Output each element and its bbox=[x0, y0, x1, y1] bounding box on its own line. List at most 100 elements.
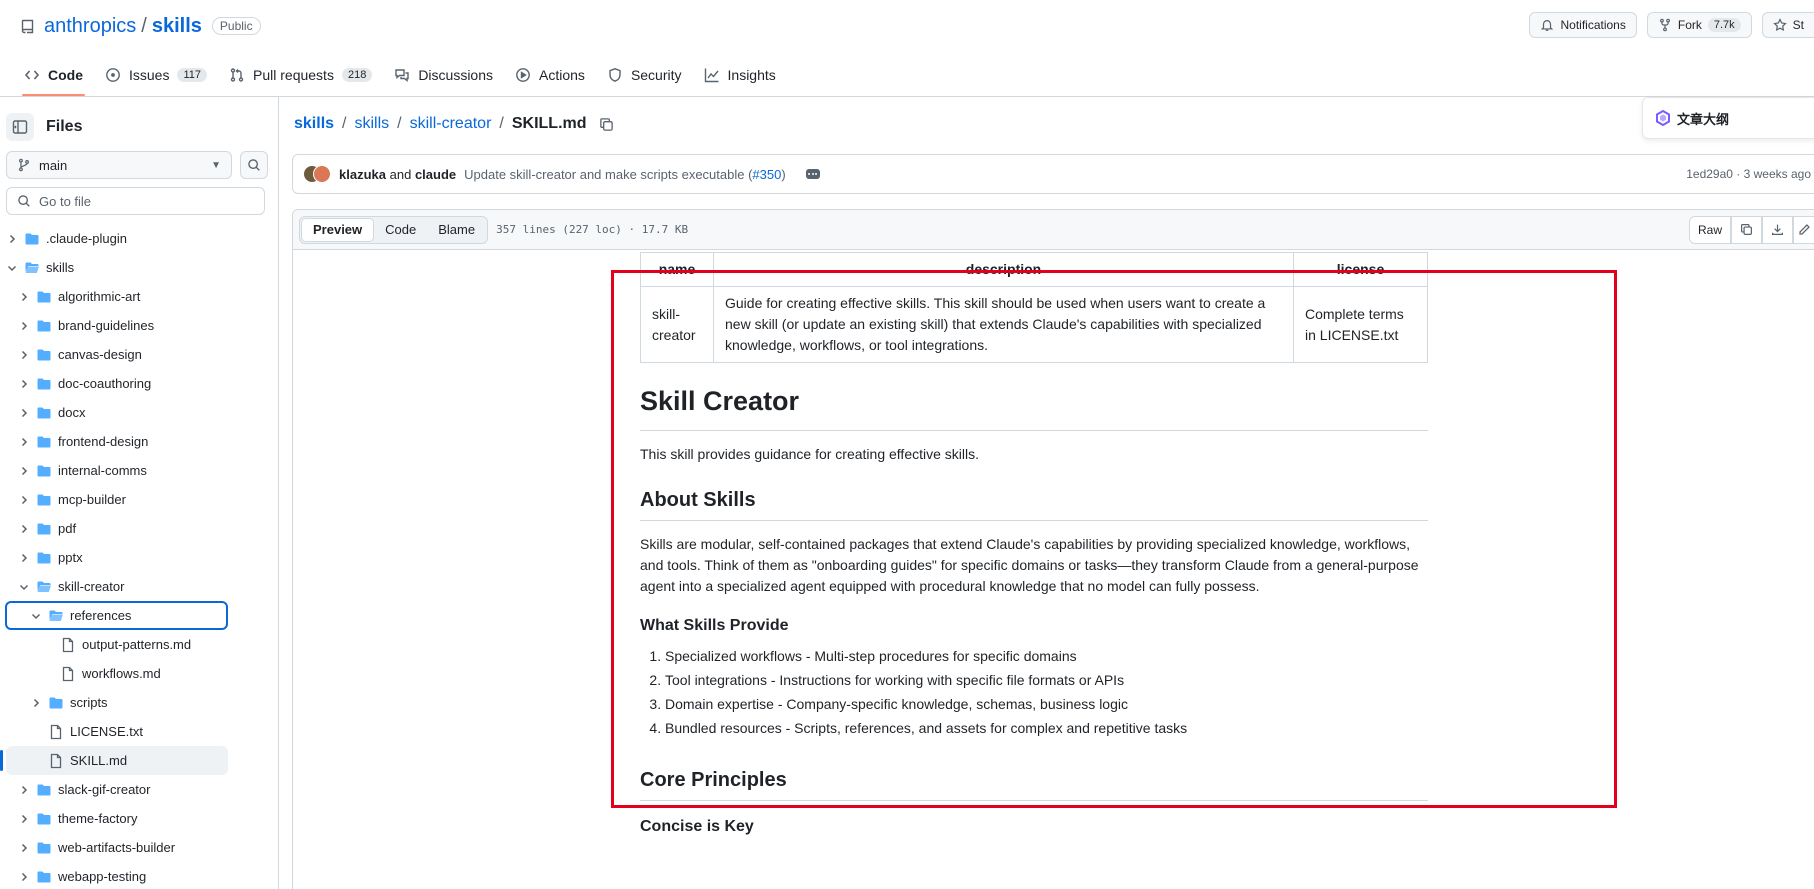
commit-message[interactable]: Update skill-creator and make scripts ex… bbox=[464, 167, 786, 182]
folder-icon bbox=[36, 782, 52, 798]
chevron-right-icon[interactable] bbox=[18, 291, 30, 303]
repo-icon bbox=[20, 18, 36, 34]
tree-folder-item[interactable]: pptx bbox=[0, 543, 278, 572]
tree-folder-item[interactable]: brand-guidelines bbox=[0, 311, 278, 340]
tree-folder-item[interactable]: webapp-testing bbox=[0, 862, 278, 889]
breadcrumb-skills-link[interactable]: skills bbox=[354, 115, 389, 133]
tree-folder-item[interactable]: theme-factory bbox=[0, 804, 278, 833]
tree-file-item[interactable]: workflows.md bbox=[0, 659, 278, 688]
fork-button[interactable]: Fork 7.7k bbox=[1646, 12, 1752, 38]
chevron-down-icon[interactable] bbox=[18, 581, 30, 593]
commit-sha-link[interactable]: 1ed29a0 bbox=[1686, 167, 1733, 181]
collapse-sidebar-button[interactable] bbox=[6, 113, 34, 141]
tab-security[interactable]: Security bbox=[599, 58, 690, 92]
chevron-right-icon[interactable] bbox=[18, 465, 30, 477]
tree-item-label: .claude-plugin bbox=[46, 231, 127, 246]
search-files-button[interactable] bbox=[240, 151, 268, 179]
expand-commit-button[interactable] bbox=[805, 169, 820, 179]
tree-folder-item[interactable]: scripts bbox=[0, 688, 278, 717]
issue-icon bbox=[105, 67, 121, 83]
raw-button[interactable]: Raw bbox=[1688, 215, 1731, 244]
tab-insights[interactable]: Insights bbox=[696, 58, 784, 92]
tree-folder-item[interactable]: skill-creator bbox=[0, 572, 278, 601]
download-button[interactable] bbox=[1762, 215, 1793, 244]
breadcrumb-repo-link[interactable]: skills bbox=[294, 115, 334, 133]
commit-author-link[interactable]: claude bbox=[415, 167, 456, 182]
folder-icon bbox=[36, 289, 52, 305]
blame-tab[interactable]: Blame bbox=[427, 218, 486, 242]
commit-meta: 1ed29a0 · 3 weeks ago bbox=[1686, 167, 1811, 181]
pencil-icon bbox=[1798, 223, 1811, 236]
tree-folder-item[interactable]: canvas-design bbox=[0, 340, 278, 369]
chevron-right-icon[interactable] bbox=[30, 697, 42, 709]
tab-pull-requests[interactable]: Pull requests 218 bbox=[221, 58, 380, 92]
chevron-down-icon[interactable] bbox=[30, 610, 42, 622]
chevron-right-icon[interactable] bbox=[18, 494, 30, 506]
commit-pr-link[interactable]: #350 bbox=[752, 167, 781, 182]
notifications-button[interactable]: Notifications bbox=[1529, 12, 1637, 38]
tree-folder-item[interactable]: slack-gif-creator bbox=[0, 775, 278, 804]
repo-owner-link[interactable]: anthropics bbox=[44, 15, 136, 38]
tab-code[interactable]: Code bbox=[16, 58, 91, 96]
tree-folder-item[interactable]: references bbox=[5, 601, 228, 630]
code-view-tab[interactable]: Code bbox=[374, 218, 427, 242]
commit-message-end: ) bbox=[781, 166, 786, 182]
tree-folder-item[interactable]: pdf bbox=[0, 514, 278, 543]
commit-author-link[interactable]: klazuka bbox=[339, 167, 386, 182]
tree-folder-item[interactable]: internal-comms bbox=[0, 456, 278, 485]
tree-file-item[interactable]: output-patterns.md bbox=[0, 630, 278, 659]
commit-and: and bbox=[389, 166, 412, 182]
chevron-right-icon[interactable] bbox=[18, 436, 30, 448]
copy-path-icon[interactable] bbox=[599, 117, 614, 132]
code-icon bbox=[24, 67, 40, 83]
tree-folder-item[interactable]: web-artifacts-builder bbox=[0, 833, 278, 862]
tree-folder-item[interactable]: .claude-plugin bbox=[0, 224, 278, 253]
chevron-right-icon[interactable] bbox=[18, 813, 30, 825]
branch-selector[interactable]: main ▼ bbox=[6, 151, 232, 179]
tree-folder-item[interactable]: frontend-design bbox=[0, 427, 278, 456]
chevron-right-icon[interactable] bbox=[18, 842, 30, 854]
chevron-right-icon[interactable] bbox=[18, 871, 30, 883]
tree-folder-item[interactable]: skills bbox=[0, 253, 278, 282]
tree-item-label: web-artifacts-builder bbox=[58, 840, 176, 855]
copy-raw-button[interactable] bbox=[1731, 215, 1762, 244]
tab-discussions[interactable]: Discussions bbox=[386, 58, 501, 92]
tree-folder-item[interactable]: mcp-builder bbox=[0, 485, 278, 514]
tree-file-item[interactable]: LICENSE.txt bbox=[0, 717, 278, 746]
star-button[interactable]: St bbox=[1761, 12, 1814, 38]
star-icon bbox=[1772, 18, 1787, 32]
tab-actions[interactable]: Actions bbox=[507, 58, 593, 92]
chevron-right-icon[interactable] bbox=[18, 349, 30, 361]
tree-folder-item[interactable]: doc-coauthoring bbox=[0, 369, 278, 398]
folder-icon bbox=[36, 550, 52, 566]
chevron-down-icon[interactable] bbox=[6, 262, 18, 274]
chevron-right-icon[interactable] bbox=[18, 378, 30, 390]
preview-tab[interactable]: Preview bbox=[301, 217, 375, 242]
chevron-right-icon[interactable] bbox=[18, 552, 30, 564]
commit-time: 3 weeks ago bbox=[1743, 167, 1811, 181]
tree-file-item[interactable]: SKILL.md bbox=[0, 746, 228, 775]
commit-avatars[interactable] bbox=[303, 164, 331, 184]
go-to-file-input[interactable]: Go to file bbox=[6, 187, 265, 215]
chevron-right-icon[interactable] bbox=[6, 233, 18, 245]
outline-button[interactable]: 文章大纲 bbox=[1642, 97, 1814, 139]
breadcrumb-skill-creator-link[interactable]: skill-creator bbox=[410, 115, 492, 133]
chevron-right-icon[interactable] bbox=[18, 523, 30, 535]
chevron-right-icon[interactable] bbox=[18, 320, 30, 332]
chevron-right-icon[interactable] bbox=[18, 407, 30, 419]
chevron-right-icon[interactable] bbox=[18, 784, 30, 796]
avatar bbox=[313, 165, 331, 183]
folder-icon bbox=[24, 231, 40, 247]
tab-issues[interactable]: Issues 117 bbox=[97, 58, 215, 92]
tree-item-label: mcp-builder bbox=[58, 492, 126, 507]
branch-icon bbox=[17, 158, 31, 172]
edit-button[interactable] bbox=[1793, 215, 1814, 244]
tree-folder-item[interactable]: docx bbox=[0, 398, 278, 427]
repo-name-link[interactable]: skills bbox=[152, 15, 202, 38]
tree-item-label: slack-gif-creator bbox=[58, 782, 151, 797]
heading-concise-is-key: Concise is Key bbox=[640, 817, 754, 835]
tree-folder-item[interactable]: algorithmic-art bbox=[0, 282, 278, 311]
